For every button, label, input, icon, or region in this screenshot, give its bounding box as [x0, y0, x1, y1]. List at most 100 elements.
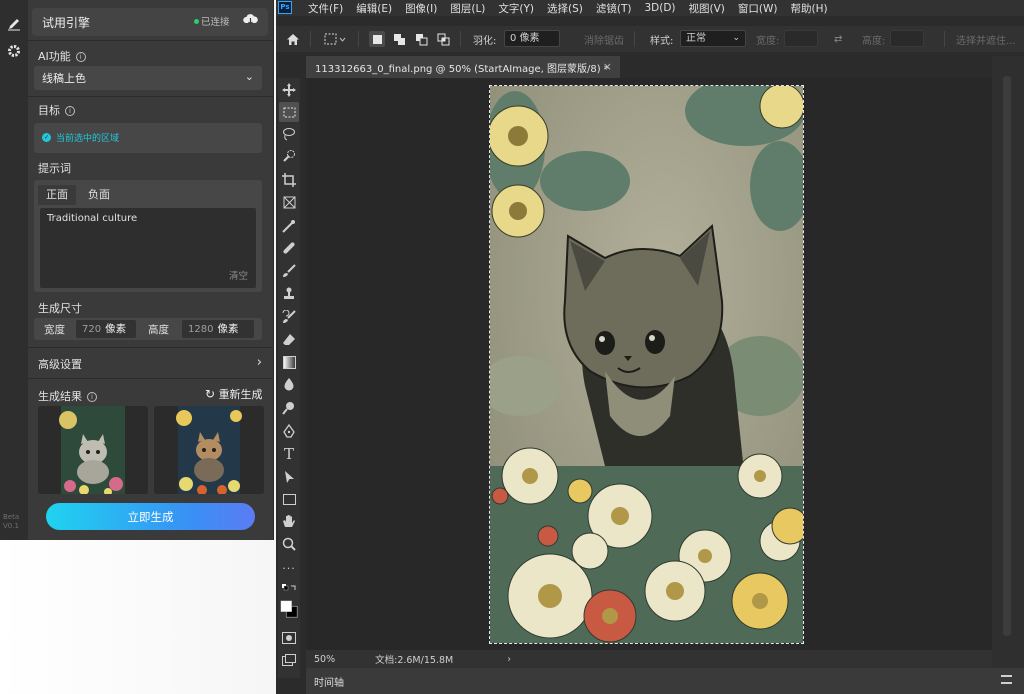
menu-list: 文件(F) 编辑(E) 图像(I) 图层(L) 文字(Y) 选择(S) 滤镜(T… — [308, 0, 828, 16]
menu-3d[interactable]: 3D(D) — [644, 2, 675, 14]
quick-select-tool-icon[interactable] — [279, 146, 299, 166]
menu-image[interactable]: 图像(I) — [405, 1, 437, 16]
height-label: 高度: — [862, 35, 886, 47]
feather-label: 羽化: — [473, 35, 497, 47]
hand-tool-icon[interactable] — [279, 511, 299, 531]
feather-input[interactable]: 0 像素 — [504, 30, 560, 47]
engine-header[interactable]: 试用引擎 已连接 — [32, 8, 268, 36]
blur-tool-icon[interactable] — [279, 375, 299, 395]
new-selection-icon[interactable] — [369, 31, 385, 47]
screen-mode-icon[interactable] — [279, 650, 299, 670]
crop-tool-icon[interactable] — [279, 170, 299, 190]
more-tools-icon[interactable]: ··· — [279, 558, 299, 578]
timeline-label[interactable]: 时间轴 — [314, 674, 344, 689]
history-brush-tool-icon[interactable] — [279, 307, 299, 327]
lasso-tool-icon[interactable] — [279, 124, 299, 144]
tab-negative-prompt[interactable]: 负面 — [80, 185, 118, 205]
scrollbar-thumb[interactable] — [1003, 76, 1011, 636]
generate-button[interactable]: 立即生成 — [46, 503, 255, 530]
plugin-side-strip: Beta V0.1 — [0, 0, 28, 540]
menu-filter[interactable]: 滤镜(T) — [596, 1, 632, 16]
move-tool-icon[interactable] — [279, 80, 299, 100]
add-selection-icon[interactable] — [391, 31, 407, 47]
ai-function-select[interactable]: 线稿上色 ⌄ — [34, 66, 262, 90]
edit-icon[interactable] — [7, 17, 21, 31]
clear-button[interactable]: 清空 — [229, 268, 248, 282]
target-option[interactable]: ✓ 当前选中的区域 — [34, 123, 262, 153]
connection-status: 已连接 — [201, 17, 230, 28]
vertical-scrollbar[interactable] — [1003, 76, 1011, 636]
tab-positive-prompt[interactable]: 正面 — [38, 185, 76, 205]
width-input[interactable] — [784, 30, 818, 47]
eyedropper-tool-icon[interactable] — [279, 216, 299, 236]
select-and-mask-button[interactable]: 选择并遮住... — [956, 26, 1016, 52]
menu-edit[interactable]: 编辑(E) — [356, 1, 392, 16]
height-input[interactable] — [890, 30, 924, 47]
regenerate-label: 重新生成 — [218, 388, 263, 401]
check-circle-icon: ✓ — [42, 133, 51, 142]
prompt-text: Traditional culture — [47, 213, 138, 224]
chevron-down-icon: ⌄ — [244, 70, 254, 83]
dodge-tool-icon[interactable] — [279, 398, 299, 418]
swap-icon[interactable]: ⇄ — [834, 26, 842, 52]
regenerate-button[interactable]: ↻ 重新生成 — [205, 386, 263, 402]
healing-tool-icon[interactable] — [279, 238, 299, 258]
advanced-settings-row[interactable]: 高级设置 › — [28, 350, 274, 376]
antialias-checkbox[interactable]: 消除锯齿 — [584, 26, 624, 52]
info-icon[interactable]: i — [65, 106, 75, 116]
default-colors-icon[interactable] — [279, 578, 299, 598]
quick-mask-icon[interactable] — [279, 628, 299, 648]
height-value: 1280 — [188, 324, 214, 335]
cloud-sync-icon[interactable] — [243, 13, 258, 30]
menu-view[interactable]: 视图(V) — [689, 1, 725, 16]
zoom-level[interactable]: 50% — [314, 654, 335, 665]
size-controls: 宽度 720 像素 高度 1280 像素 — [34, 318, 262, 340]
frame-tool-icon[interactable] — [279, 192, 299, 212]
close-icon[interactable]: × — [603, 60, 612, 73]
version-label: Beta V0.1 — [3, 513, 20, 530]
color-swatches[interactable] — [279, 596, 299, 622]
result-thumbnail[interactable] — [154, 406, 264, 494]
status-arrow-icon[interactable]: › — [507, 654, 511, 665]
brush-tool-icon[interactable] — [279, 261, 299, 281]
ai-function-label-text: AI功能 — [38, 50, 71, 63]
eraser-tool-icon[interactable] — [279, 330, 299, 350]
target-label-text: 目标 — [38, 104, 60, 117]
stamp-tool-icon[interactable] — [279, 284, 299, 304]
shape-tool-icon[interactable] — [279, 489, 299, 509]
path-select-tool-icon[interactable] — [279, 467, 299, 487]
style-select[interactable]: 正常 ⌄ — [680, 30, 746, 47]
subtract-selection-icon[interactable] — [413, 31, 429, 47]
pen-tool-icon[interactable] — [279, 421, 299, 441]
menu-file[interactable]: 文件(F) — [308, 1, 343, 16]
prompt-editor: 正面 负面 Traditional culture 清空 — [34, 180, 262, 292]
info-icon[interactable]: i — [75, 52, 86, 62]
ai-function-value: 线稿上色 — [42, 72, 86, 85]
menu-type[interactable]: 文字(Y) — [498, 1, 534, 16]
connection-status-dot — [194, 19, 199, 24]
info-icon[interactable]: i — [87, 392, 97, 402]
menu-select[interactable]: 选择(S) — [547, 1, 583, 16]
style-select-value: 正常 — [686, 33, 706, 44]
gradient-tool-icon[interactable] — [279, 352, 299, 372]
menu-help[interactable]: 帮助(H) — [791, 1, 828, 16]
result-thumbnail[interactable] — [38, 406, 148, 494]
prompt-textarea[interactable]: Traditional culture 清空 — [40, 208, 256, 288]
canvas-artwork[interactable] — [489, 85, 804, 644]
gear-icon[interactable] — [7, 44, 21, 58]
zoom-tool-icon[interactable] — [279, 534, 299, 554]
rect-marquee-preset-icon[interactable] — [324, 26, 346, 52]
home-icon[interactable] — [286, 26, 300, 52]
height-input[interactable]: 1280 像素 — [182, 320, 254, 338]
menu-window[interactable]: 窗口(W) — [738, 1, 778, 16]
options-bar: 羽化: 0 像素 消除锯齿 样式: 正常 ⌄ 宽度: ⇄ 高度: 选择并遮住..… — [268, 26, 1024, 52]
menu-layer[interactable]: 图层(L) — [450, 1, 485, 16]
panel-menu-icon[interactable] — [1001, 675, 1012, 684]
type-tool-icon[interactable]: T — [279, 444, 299, 464]
intersect-selection-icon[interactable] — [435, 31, 451, 47]
timeline-panel: 时间轴 — [306, 668, 1024, 694]
document-tab[interactable]: 113312663_0_final.png @ 50% (StartAImage… — [306, 56, 620, 78]
marquee-tool-icon[interactable] — [279, 102, 299, 122]
engine-title: 试用引擎 — [42, 15, 91, 30]
width-input[interactable]: 720 像素 — [76, 320, 136, 338]
